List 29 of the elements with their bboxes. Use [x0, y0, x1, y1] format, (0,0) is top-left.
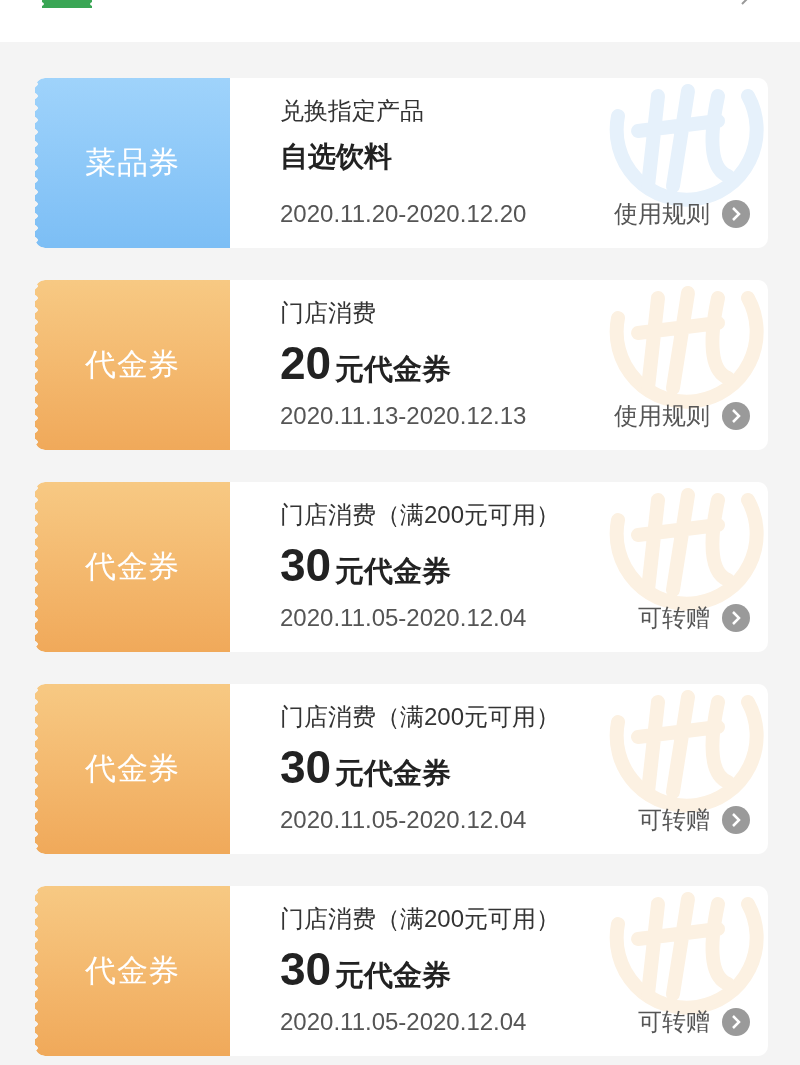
- validity-dates: 2020.11.05-2020.12.04: [280, 1007, 527, 1037]
- coupon-action-link[interactable]: 使用规则: [614, 196, 750, 232]
- coupon-amount: 30: [280, 944, 332, 994]
- coupon-name: 元代金券: [335, 554, 452, 589]
- coupon-name: 元代金券: [335, 352, 452, 387]
- coupon-type: 代金券: [84, 951, 181, 990]
- coupon-type: 代金券: [84, 345, 181, 384]
- coupon-name: 元代金券: [335, 958, 452, 993]
- validity-dates: 2020.11.20-2020.12.20: [280, 199, 527, 229]
- coupon-type: 菜品券: [84, 143, 181, 182]
- coupon-amount: 20: [280, 338, 332, 388]
- coupon-type: 代金券: [84, 547, 181, 586]
- coupon-scope: 门店消费（满200元可用）: [280, 500, 562, 530]
- validity-dates: 2020.11.05-2020.12.04: [280, 805, 527, 835]
- coupon-action-link[interactable]: 使用规则: [614, 398, 750, 434]
- coupon-scope: 门店消费（满200元可用）: [280, 904, 562, 934]
- coupon-name: 元代金券: [335, 756, 452, 791]
- coupon-scope: 兑换指定产品: [280, 96, 425, 126]
- validity-dates: 2020.11.13-2020.12.13: [280, 401, 527, 431]
- coupon-action-link[interactable]: 可转赠: [638, 600, 750, 636]
- coupon-action-link[interactable]: 可转赠: [638, 1004, 750, 1040]
- coupon-scope: 门店消费（满200元可用）: [280, 702, 562, 732]
- coupon-amount: 30: [280, 742, 332, 792]
- coupon-action-link[interactable]: 可转赠: [638, 802, 750, 838]
- validity-dates: 2020.11.05-2020.12.04: [280, 603, 527, 633]
- coupon-scope: 门店消费: [280, 298, 377, 328]
- coupon-name: 自选饮料: [280, 140, 392, 174]
- coupon-amount: 30: [280, 540, 332, 590]
- coupon-type: 代金券: [84, 749, 181, 788]
